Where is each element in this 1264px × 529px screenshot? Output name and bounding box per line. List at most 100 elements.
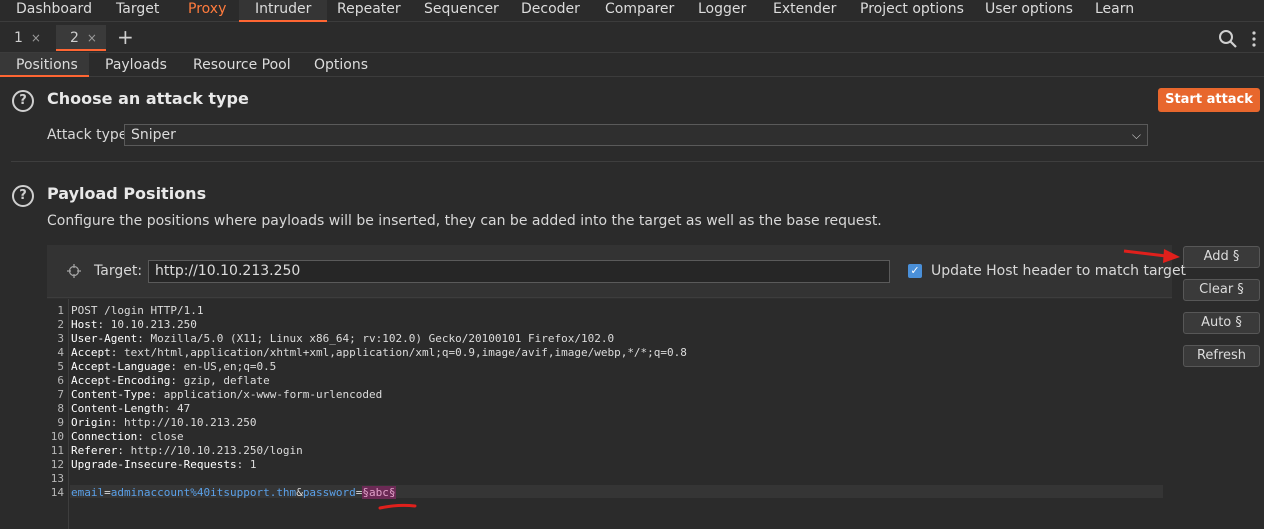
request-line: POST /login HTTP/1.1 [71, 304, 204, 317]
header-value: en-US,en;q=0.5 [183, 360, 277, 373]
add-marker-button[interactable]: Add § [1183, 246, 1260, 268]
search-icon[interactable] [1218, 29, 1238, 49]
chevron-down-icon: ⌵ [1131, 128, 1141, 142]
nav-repeater[interactable]: Repeater [337, 0, 401, 22]
header-value: 10.10.213.250 [110, 318, 197, 331]
line-number-gutter: 1 2 3 4 5 6 7 8 9 10 11 12 13 14 [47, 299, 69, 529]
nav-sequencer[interactable]: Sequencer [424, 0, 499, 22]
nav-intruder[interactable]: Intruder [239, 0, 328, 22]
attack-type-label: Attack type: [47, 127, 133, 143]
crosshair-icon [67, 264, 81, 278]
header-name: Referer [71, 444, 118, 457]
header-line: Origin: http://10.10.213.250 [71, 416, 257, 429]
header-line: Content-Type: application/x-www-form-url… [71, 388, 383, 401]
request-editor[interactable]: 1 2 3 4 5 6 7 8 9 10 11 12 13 14 POST /l… [47, 299, 1172, 529]
header-value: http://10.10.213.250 [124, 416, 257, 429]
line-number: 5 [57, 360, 64, 373]
header-line: Referer: http://10.10.213.250/login [71, 444, 303, 457]
line-number: 6 [57, 374, 64, 387]
line-number: 3 [57, 332, 64, 345]
header-name: Accept-Encoding [71, 374, 171, 387]
more-options-icon[interactable] [1249, 30, 1259, 48]
close-icon[interactable]: × [87, 31, 97, 45]
nav-project-options[interactable]: Project options [860, 0, 964, 22]
main-menu-bar: Dashboard Target Proxy Intruder Repeater… [0, 0, 1264, 22]
line-number: 13 [50, 472, 64, 485]
line-number: 2 [57, 318, 64, 331]
line-number: 11 [50, 444, 64, 457]
attack-tab-2[interactable]: 2 × [56, 25, 106, 51]
tab-positions[interactable]: Positions [0, 53, 89, 77]
add-tab-icon[interactable]: + [117, 26, 134, 48]
attack-tabs-bar [0, 22, 1264, 53]
line-number: 10 [50, 430, 64, 443]
header-name: User-Agent [71, 332, 138, 345]
nav-learn[interactable]: Learn [1095, 0, 1134, 22]
tab-label: 2 [70, 30, 79, 46]
nav-logger[interactable]: Logger [698, 0, 746, 22]
section-divider [11, 161, 1264, 162]
nav-decoder[interactable]: Decoder [521, 0, 580, 22]
param-value: adminaccount%40itsupport.thm [110, 486, 297, 499]
header-line: Host: 10.10.213.250 [71, 318, 197, 331]
header-name: Upgrade-Insecure-Requests [71, 458, 237, 471]
header-name: Accept-Language [71, 360, 171, 373]
nav-dashboard[interactable]: Dashboard [16, 0, 92, 22]
target-input[interactable]: http://10.10.213.250 [148, 260, 890, 283]
header-line: Accept-Language: en-US,en;q=0.5 [71, 360, 277, 373]
update-host-label: Update Host header to match target [931, 263, 1187, 279]
help-icon[interactable]: ? [12, 185, 34, 207]
header-name: Accept [71, 346, 111, 359]
nav-user-options[interactable]: User options [985, 0, 1073, 22]
header-line: Connection: close [71, 430, 184, 443]
header-name: Host [71, 318, 98, 331]
help-icon[interactable]: ? [12, 90, 34, 112]
header-name: Content-Type [71, 388, 151, 401]
line-number: 9 [57, 416, 64, 429]
attack-type-select[interactable]: Sniper ⌵ [124, 124, 1148, 146]
header-line: Upgrade-Insecure-Requests: 1 [71, 458, 257, 471]
line-number: 1 [57, 304, 64, 317]
nav-comparer[interactable]: Comparer [605, 0, 674, 22]
header-line: User-Agent: Mozilla/5.0 (X11; Linux x86_… [71, 332, 615, 345]
param-name: email [71, 486, 105, 499]
header-line: Accept-Encoding: gzip, deflate [71, 374, 270, 387]
clear-markers-button[interactable]: Clear § [1183, 279, 1260, 301]
nav-proxy[interactable]: Proxy [188, 0, 226, 22]
payload-positions-title: Payload Positions [47, 184, 207, 203]
header-name: Connection [71, 430, 138, 443]
payload-marker[interactable]: §abc§ [362, 486, 396, 499]
header-line: Content-Length: 47 [71, 402, 191, 415]
header-value: http://10.10.213.250/login [130, 444, 303, 457]
attack-type-value: Sniper [131, 127, 176, 143]
nav-extender[interactable]: Extender [773, 0, 836, 22]
header-value: text/html,application/xhtml+xml,applicat… [124, 346, 687, 359]
header-line: Accept: text/html,application/xhtml+xml,… [71, 346, 687, 359]
line-number: 7 [57, 388, 64, 401]
body-line: email=adminaccount%40itsupport.thm&passw… [71, 486, 396, 499]
header-name: Content-Length [71, 402, 164, 415]
attack-tab-1[interactable]: 1 × [0, 25, 50, 51]
nav-target[interactable]: Target [116, 0, 159, 22]
tab-resource-pool[interactable]: Resource Pool [193, 53, 291, 77]
payload-positions-description: Configure the positions where payloads w… [47, 213, 882, 229]
line-number: 14 [50, 486, 64, 499]
attack-type-title: Choose an attack type [47, 89, 249, 108]
auto-markers-button[interactable]: Auto § [1183, 312, 1260, 334]
line-number: 8 [57, 402, 64, 415]
tab-label: 1 [14, 30, 23, 46]
target-label: Target: [94, 263, 143, 279]
close-icon[interactable]: × [31, 31, 41, 45]
header-value: 1 [249, 458, 257, 471]
update-host-checkbox[interactable]: ✓ [908, 264, 922, 278]
refresh-button[interactable]: Refresh [1183, 345, 1260, 367]
header-name: Origin [71, 416, 111, 429]
start-attack-button[interactable]: Start attack [1158, 88, 1260, 112]
header-value: close [150, 430, 184, 443]
tab-options[interactable]: Options [314, 53, 368, 77]
param-name: password [302, 486, 356, 499]
header-value: application/x-www-form-urlencoded [163, 388, 383, 401]
tab-payloads[interactable]: Payloads [105, 53, 167, 77]
header-value: gzip, deflate [183, 374, 270, 387]
intruder-subtabs [0, 53, 1264, 77]
